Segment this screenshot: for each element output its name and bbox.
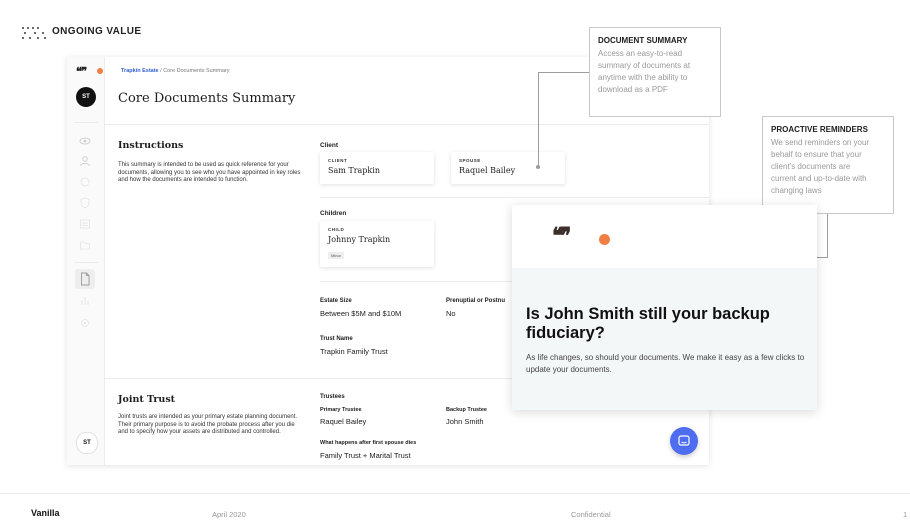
card-caption: CHILD	[328, 227, 345, 232]
instructions-title: Instructions	[118, 140, 184, 151]
primary-trustee-label: Primary Trustee	[320, 407, 362, 413]
user-avatar[interactable]: ST	[76, 87, 96, 107]
proactive-reminders-callout: PROACTIVE REMINDERS We send reminders on…	[762, 116, 894, 214]
list-icon[interactable]	[79, 218, 91, 230]
chat-icon	[678, 435, 690, 446]
backup-trustee-value: John Smith	[446, 417, 484, 426]
joint-trust-title: Joint Trust	[118, 394, 176, 405]
callout-line: behalf to ensure that your	[771, 150, 862, 159]
callout-line: current and up-to-date with	[771, 174, 867, 183]
footer-page-number: 1	[903, 510, 908, 519]
estate-size-label: Estate Size	[320, 298, 352, 304]
dots-logo-icon	[22, 27, 46, 39]
breadcrumb: Trapkin Estate / Core Documents Summary	[121, 68, 230, 74]
minor-badge: Minor	[328, 252, 345, 259]
card-caption: SPOUSE	[459, 158, 481, 163]
after-death-value: Family Trust + Marital Trust	[320, 451, 411, 460]
callout-line: anytime with the ability to	[598, 73, 688, 82]
eye-icon[interactable]	[79, 135, 91, 147]
callout-line: Access an easy-to-read	[598, 49, 683, 58]
reminder-card[interactable]: ❛❛❜❜ Is John Smith still your backup fid…	[512, 205, 817, 410]
callout-line: download as a PDF	[598, 85, 668, 94]
rail-divider	[74, 262, 98, 263]
document-summary-callout: DOCUMENT SUMMARY Access an easy-to-read …	[589, 27, 721, 117]
callout-title: PROACTIVE REMINDERS	[771, 125, 868, 134]
joint-trust-body: Joint trusts are intended as your primar…	[118, 414, 298, 435]
reminder-body: As life changes, so should your document…	[526, 353, 805, 374]
prenup-value: No	[446, 309, 456, 318]
spouse-card[interactable]: SPOUSE Raquel Bailey	[451, 152, 565, 184]
section-label: ONGOING VALUE	[52, 26, 142, 37]
client-heading: Client	[320, 142, 339, 149]
card-name: Raquel Bailey	[459, 166, 516, 175]
callout-leader-dot	[536, 165, 540, 169]
card-name: Johnny Trapkin	[328, 235, 391, 244]
trust-name-label: Trust Name	[320, 336, 353, 342]
rail-divider	[74, 122, 98, 123]
callout-leader-line	[538, 72, 589, 73]
brand-logo-icon: ❛❛❜❜	[552, 223, 571, 249]
chat-button[interactable]	[670, 427, 698, 455]
breadcrumb-estate-link[interactable]: Trapkin Estate	[121, 68, 159, 74]
breadcrumb-separator: /	[160, 68, 162, 74]
app-logo-icon: ❛❛❜❜	[76, 65, 87, 78]
estate-size-value: Between $5M and $10M	[320, 309, 402, 318]
settings-icon[interactable]	[79, 317, 91, 329]
trustees-heading: Trustees	[320, 394, 345, 400]
section-divider	[320, 197, 709, 198]
child-card[interactable]: CHILD Johnny Trapkin Minor	[320, 221, 434, 267]
callout-body: We send reminders on your behalf to ensu…	[771, 137, 869, 197]
client-card[interactable]: CLIENT Sam Trapkin	[320, 152, 434, 184]
user-avatar-bottom[interactable]: ST	[76, 432, 98, 454]
logo-dot	[97, 68, 103, 74]
callout-title: DOCUMENT SUMMARY	[598, 36, 688, 45]
folder-icon[interactable]	[79, 239, 91, 251]
reminder-headline: Is John Smith still your backup fiduciar…	[526, 305, 770, 342]
footer-divider	[0, 493, 910, 494]
callout-line: We send reminders on your	[771, 138, 870, 147]
callout-body: Access an easy-to-read summary of docume…	[598, 48, 690, 96]
footer-confidential: Confidential	[571, 510, 611, 519]
header-divider	[104, 124, 709, 125]
backup-trustee-label: Backup Trustee	[446, 407, 487, 413]
callout-leader-line	[827, 213, 828, 258]
prenup-label: Prenuptial or Postnu	[446, 298, 506, 304]
trust-name-value: Trapkin Family Trust	[320, 347, 388, 356]
page-title: Core Documents Summary	[118, 91, 296, 106]
callout-line: client's documents are	[771, 162, 851, 171]
document-icon[interactable]	[75, 269, 95, 289]
shield-icon[interactable]	[79, 197, 91, 209]
children-heading: Children	[320, 210, 347, 217]
callout-line: summary of documents at	[598, 61, 691, 70]
reminder-card-header: ❛❛❜❜	[512, 205, 817, 268]
callout-leader-line	[538, 72, 539, 167]
breadcrumb-current: Core Documents Summary	[163, 68, 230, 74]
brand-logo-dot	[599, 234, 610, 245]
primary-trustee-value: Raquel Bailey	[320, 417, 367, 426]
footer-date: April 2020	[212, 510, 246, 519]
user-icon[interactable]	[79, 155, 91, 167]
circle-icon[interactable]	[79, 176, 91, 188]
sidebar-rail: ❛❛❜❜ ST ST	[67, 57, 105, 465]
instructions-body: This summary is intended to be used as q…	[118, 162, 301, 183]
after-death-label: What happens after first spouse dies	[320, 440, 417, 446]
callout-line: changing laws	[771, 186, 822, 195]
footer-brand: Vanilla	[31, 508, 60, 518]
chart-icon[interactable]	[79, 295, 91, 307]
card-caption: CLIENT	[328, 158, 348, 163]
card-name: Sam Trapkin	[328, 166, 380, 175]
